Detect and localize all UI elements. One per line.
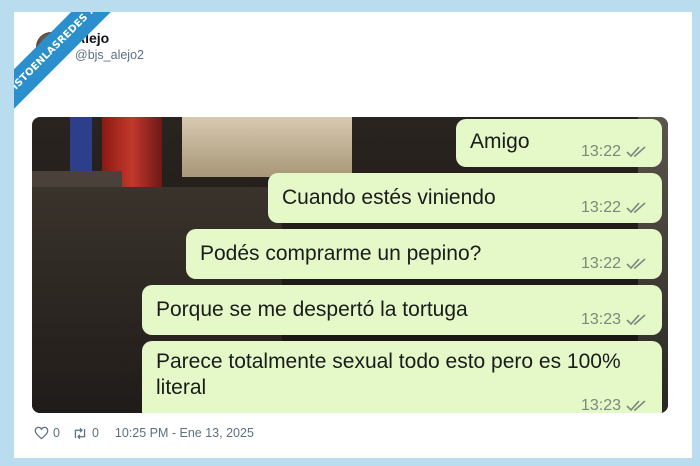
double-check-icon: [626, 314, 646, 326]
heart-icon: [34, 426, 49, 440]
tweet-footer: 0 0 10:25 PM - Ene 13, 2025: [34, 426, 254, 440]
watermark-ribbon: VISTOENLASREDES .com: [14, 12, 144, 122]
message-time: 13:23: [580, 397, 621, 413]
double-check-icon: [626, 258, 646, 270]
tweet-image[interactable]: Amigo 13:22 Cuando estés viniendo 13:22 …: [32, 117, 668, 413]
double-check-icon: [626, 146, 646, 158]
chat-bubble: Podés comprarme un pepino? 13:22: [186, 229, 662, 279]
double-check-icon: [626, 202, 646, 214]
background-object: [182, 117, 352, 177]
tweet-card: VISTOENLASREDES .com Alejo @bjs_alejo2 A…: [14, 12, 692, 458]
message-time: 13:22: [580, 143, 621, 160]
message-text: Porque se me despertó la tortuga: [156, 298, 468, 321]
watermark-text: VISTOENLASREDES .com: [14, 12, 130, 115]
chat-bubble: Amigo 13:22: [456, 119, 662, 167]
like-button[interactable]: 0: [34, 426, 60, 440]
retweet-icon: [74, 427, 86, 439]
retweet-count: 0: [91, 426, 99, 440]
chat-bubble: Porque se me despertó la tortuga 13:23: [142, 285, 662, 335]
tweet-timestamp[interactable]: 10:25 PM - Ene 13, 2025: [115, 426, 254, 440]
message-meta: 13:22: [581, 139, 648, 165]
message-time: 13:22: [580, 199, 621, 216]
message-time: 13:23: [580, 311, 621, 328]
chat-bubble: Cuando estés viniendo 13:22: [268, 173, 662, 223]
background-object: [32, 171, 122, 187]
like-count: 0: [53, 426, 60, 440]
background-object: [70, 117, 92, 177]
message-time: 13:22: [580, 255, 621, 272]
message-meta: 13:23: [581, 393, 648, 413]
message-meta: 13:22: [581, 251, 648, 277]
chat-bubble: Parece totalmente sexual todo esto pero …: [142, 341, 662, 413]
retweet-button[interactable]: 0: [72, 426, 99, 440]
double-check-icon: [626, 400, 646, 412]
message-meta: 13:23: [581, 307, 648, 333]
message-meta: 13:22: [581, 195, 648, 221]
message-text: Parece totalmente sexual todo esto pero …: [156, 350, 621, 399]
